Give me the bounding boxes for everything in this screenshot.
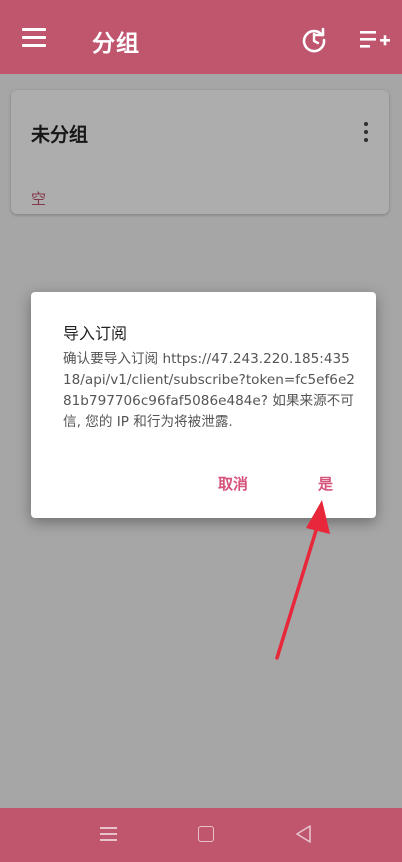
add-list-icon[interactable] bbox=[360, 28, 390, 52]
page-title: 分组 bbox=[92, 31, 140, 57]
import-subscription-dialog: 导入订阅 确认要导入订阅 https://47.243.220.185:4351… bbox=[31, 292, 376, 518]
menu-icon[interactable] bbox=[22, 28, 48, 48]
confirm-button[interactable]: 是 bbox=[318, 473, 333, 494]
nav-back-icon[interactable] bbox=[294, 824, 312, 844]
nav-home-icon[interactable] bbox=[198, 826, 214, 842]
system-nav-bar bbox=[0, 808, 402, 862]
dialog-title: 导入订阅 bbox=[63, 324, 128, 343]
dialog-message: 确认要导入订阅 https://47.243.220.185:43518/api… bbox=[63, 351, 355, 430]
refresh-icon[interactable] bbox=[300, 26, 328, 54]
nav-menu-icon[interactable] bbox=[100, 826, 118, 842]
app-bar: 分组 bbox=[0, 0, 402, 74]
cancel-button[interactable]: 取消 bbox=[218, 473, 248, 494]
